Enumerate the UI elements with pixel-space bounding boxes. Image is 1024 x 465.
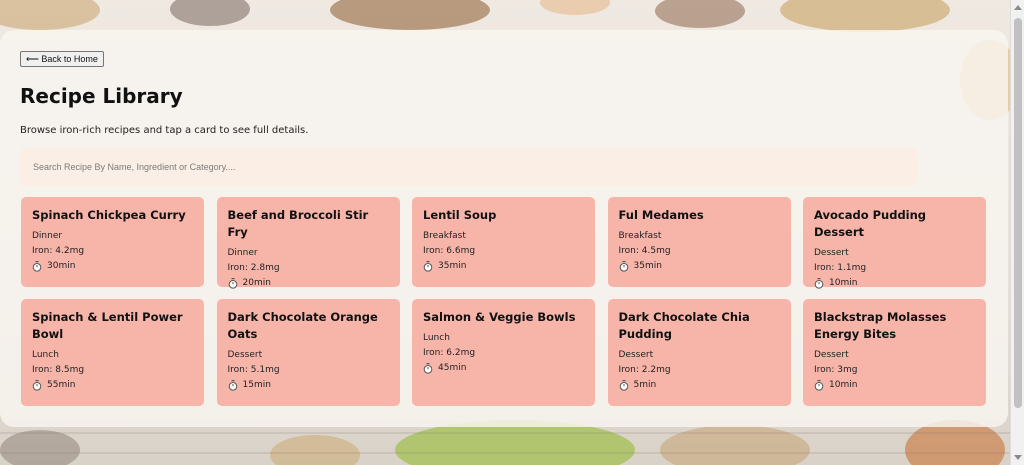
recipe-time-row: 35min (619, 259, 780, 274)
recipe-card[interactable]: Lentil Soup Breakfast Iron: 6.6mg 35min (412, 197, 595, 287)
back-to-home-button[interactable]: ⟵ Back to Home (20, 51, 104, 67)
recipe-time-row: 35min (423, 259, 584, 274)
recipe-name: Salmon & Veggie Bowls (423, 310, 576, 324)
recipe-iron: Iron: 8.5mg (32, 365, 85, 375)
recipe-time-row: 10min (814, 276, 975, 291)
recipe-iron: Iron: 6.2mg (423, 348, 476, 358)
recipe-name: Dark Chocolate Orange Oats (227, 310, 378, 341)
page-subtitle: Browse iron-rich recipes and tap a card … (20, 125, 309, 136)
recipe-time: 45min (438, 363, 467, 373)
recipe-time: 15min (242, 380, 271, 390)
recipe-category: Dessert (227, 350, 263, 360)
recipe-category: Dessert (618, 350, 654, 360)
recipe-card[interactable]: Dark Chocolate Chia Pudding Dessert Iron… (607, 299, 791, 406)
recipe-time-row: 5min (619, 378, 780, 393)
recipe-card[interactable]: Spinach Chickpea Curry Dinner Iron: 4.2m… (21, 197, 204, 287)
recipe-iron: Iron: 5.1mg (227, 365, 280, 375)
recipe-name: Beef and Broccoli Stir Fry (227, 208, 369, 239)
recipe-name: Lentil Soup (423, 208, 497, 222)
stopwatch-icon (814, 380, 824, 391)
recipe-card[interactable]: Salmon & Veggie Bowls Lunch Iron: 6.2mg … (412, 299, 595, 406)
stopwatch-icon (32, 261, 42, 272)
recipe-iron: Iron: 4.5mg (618, 246, 671, 256)
recipe-name: Spinach & Lentil Power Bowl (32, 310, 183, 341)
scrollbar-thumb[interactable] (1014, 18, 1022, 408)
recipe-card[interactable]: Dark Chocolate Orange Oats Dessert Iron:… (216, 299, 400, 406)
recipe-iron: Iron: 4.2mg (32, 246, 85, 256)
scroll-down-arrow-icon[interactable] (1014, 455, 1022, 460)
recipe-time-row: 20min (228, 276, 389, 291)
recipe-time: 5min (633, 380, 657, 390)
recipe-name: Blackstrap Molasses Energy Bites (814, 310, 947, 341)
recipe-library-panel: ⟵ Back to Home Recipe Library Browse iro… (0, 30, 1008, 427)
recipe-card-grid: Spinach Chickpea Curry Dinner Iron: 4.2m… (21, 197, 987, 406)
recipe-time: 20min (242, 278, 271, 288)
recipe-time: 55min (47, 380, 76, 390)
recipe-category: Breakfast (618, 231, 662, 241)
recipe-iron: Iron: 3mg (814, 365, 858, 375)
recipe-card[interactable]: Spinach & Lentil Power Bowl Lunch Iron: … (21, 299, 204, 406)
recipe-category: Lunch (32, 350, 59, 360)
page-title: Recipe Library (20, 84, 183, 108)
recipe-name: Dark Chocolate Chia Pudding (618, 310, 750, 341)
recipe-time: 35min (633, 261, 662, 271)
recipe-category: Dinner (32, 231, 63, 241)
recipe-iron: Iron: 6.6mg (423, 246, 476, 256)
stopwatch-icon (619, 380, 629, 391)
recipe-card[interactable]: Avocado Pudding Dessert Dessert Iron: 1.… (803, 197, 986, 289)
recipe-iron: Iron: 1.1mg (814, 263, 867, 273)
recipe-card[interactable]: Blackstrap Molasses Energy Bites Dessert… (803, 299, 986, 406)
scroll-up-arrow-icon[interactable] (1014, 5, 1022, 10)
stopwatch-icon (228, 380, 238, 391)
recipe-time-row: 15min (228, 378, 389, 393)
recipe-category: Breakfast (423, 231, 466, 241)
recipe-time: 10min (829, 380, 858, 390)
recipe-time: 10min (829, 278, 858, 288)
recipe-category: Lunch (423, 333, 450, 343)
recipe-category: Dessert (814, 248, 849, 258)
stopwatch-icon (32, 380, 42, 391)
recipe-time: 35min (438, 261, 467, 271)
recipe-iron: Iron: 2.8mg (227, 263, 280, 273)
recipe-name: Avocado Pudding Dessert (814, 208, 927, 239)
recipe-iron: Iron: 2.2mg (618, 365, 671, 375)
recipe-time-row: 45min (423, 361, 584, 376)
recipe-category: Dinner (227, 248, 258, 258)
recipe-card[interactable]: Beef and Broccoli Stir Fry Dinner Iron: … (216, 197, 400, 289)
stopwatch-icon (423, 363, 433, 374)
recipe-time-row: 55min (32, 378, 193, 393)
recipe-time-row: 10min (814, 378, 975, 393)
recipe-time: 30min (47, 261, 76, 271)
stopwatch-icon (619, 261, 629, 272)
stopwatch-icon (228, 278, 238, 289)
recipe-search-input[interactable] (20, 148, 917, 186)
recipe-name: Spinach Chickpea Curry (32, 208, 186, 222)
stopwatch-icon (423, 261, 433, 272)
recipe-category: Dessert (814, 350, 849, 360)
recipe-name: Ful Medames (618, 208, 704, 222)
stopwatch-icon (814, 278, 824, 289)
recipe-time-row: 30min (32, 259, 193, 274)
page-scrollbar[interactable] (1010, 0, 1024, 465)
recipe-card[interactable]: Ful Medames Breakfast Iron: 4.5mg 35min (607, 197, 791, 287)
